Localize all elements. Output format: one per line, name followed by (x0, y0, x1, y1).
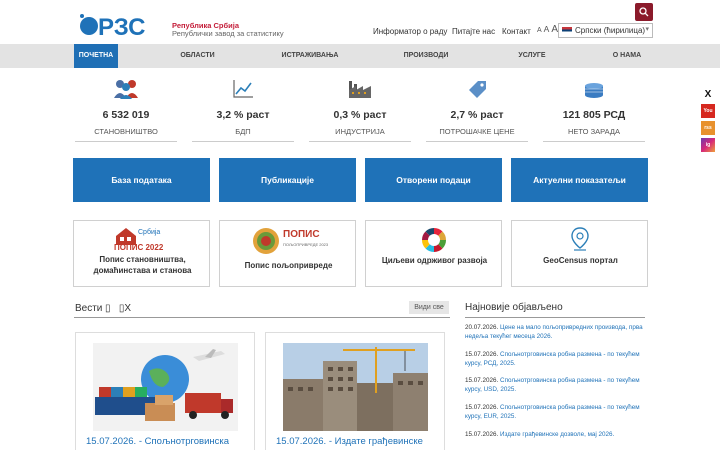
card-title: Попис становништва, домаћинстава и стано… (93, 255, 192, 275)
stat-population[interactable]: 6 532 019 СТАНОВНИШТВО (75, 78, 177, 142)
stat-value: 3,2 % раст (216, 109, 270, 121)
language-select[interactable]: Српски (ћирилица) ▾ (558, 23, 653, 38)
card-title: GeoCensus портал (543, 256, 618, 265)
map-pin-icon (571, 227, 589, 251)
latest-date: 15.07.2026. (465, 377, 499, 384)
latest-title: Најновије објављено (465, 302, 645, 318)
latest-date: 15.07.2026. (465, 351, 499, 358)
grid-view-icon[interactable]: ▯ (105, 303, 111, 314)
nav-services[interactable]: УСЛУГЕ (512, 44, 552, 68)
latest-item[interactable]: 15.07.2026. Спољнотрговинска робна разме… (465, 350, 645, 368)
news-image-construction (283, 343, 428, 431)
youtube-social-icon[interactable]: You (701, 104, 715, 118)
font-medium-button[interactable]: A (544, 24, 550, 34)
sdg-wheel-icon (421, 227, 447, 253)
search-button[interactable] (635, 3, 653, 21)
news-item[interactable]: 15.07.2026. - Издате грађевинске (265, 332, 445, 450)
language-value: Српски (ћирилица) (575, 26, 646, 35)
see-all-button[interactable]: Види све (409, 301, 449, 314)
stat-value: 2,7 % раст (450, 109, 504, 121)
rss-social-icon[interactable]: rss (701, 121, 715, 135)
sdg-card[interactable]: Циљеви одрживог развоја (365, 220, 502, 287)
stat-label: НЕТО ЗАРАДА (543, 127, 645, 142)
stat-consumer-prices[interactable]: 2,7 % раст ПОТРОШАЧКЕ ЦЕНЕ (426, 78, 528, 142)
stat-gdp[interactable]: 3,2 % раст БДП (192, 78, 294, 142)
nav-about[interactable]: О НАМА (605, 44, 649, 68)
database-button[interactable]: База података (73, 158, 210, 202)
logo-text: РЗС (98, 14, 145, 38)
news-title[interactable]: 15.07.2026. - Спољнотрговинска (86, 436, 229, 447)
news-header: Вести ▯ ▯X (74, 302, 450, 318)
coins-icon (543, 78, 645, 100)
rzs-logo[interactable]: РЗС (77, 10, 171, 41)
chevron-down-icon: ▾ (645, 26, 649, 33)
card-title: Циљеви одрживог развоја (381, 256, 488, 265)
stat-label: СТАНОВНИШТВО (75, 127, 177, 142)
nav-home[interactable]: ПОЧЕТНА (74, 44, 118, 68)
search-icon (639, 7, 649, 17)
font-small-button[interactable]: A (537, 27, 542, 34)
latest-item[interactable]: 15.07.2026. Спољнотрговинска робна разме… (465, 403, 645, 421)
latest-date: 20.07.2026. (465, 324, 499, 331)
factory-icon (309, 78, 411, 100)
publications-button[interactable]: Публикације (219, 158, 356, 202)
nav-areas[interactable]: ОБЛАСТИ (170, 44, 225, 68)
open-data-button[interactable]: Отворени подаци (365, 158, 502, 202)
agriculture-census-card[interactable]: ПОПИС ПОЉОПРИВРЕДЕ 2023 Попис пољопривре… (219, 220, 356, 287)
ask-us-link[interactable]: Питајте нас (452, 27, 495, 36)
org-subtitle: Републички завод за статистику (172, 29, 284, 38)
main-nav: ПОЧЕТНА ОБЛАСТИ ИСТРАЖИВАЊА ПРОИЗВОДИ УС… (0, 44, 720, 68)
latest-date: 15.07.2026. (465, 431, 499, 438)
instagram-social-icon[interactable]: ig (701, 138, 715, 152)
contact-link[interactable]: Контакт (502, 27, 531, 36)
x-social-icon[interactable]: X (701, 87, 715, 101)
latest-date: 15.07.2026. (465, 404, 499, 411)
serbia-flag-icon (562, 27, 572, 34)
close-icon[interactable]: X (124, 303, 131, 314)
latest-link[interactable]: Издате грађевинске дозволе, мај 2026. (500, 431, 614, 438)
card-title: Попис пољопривреде (244, 261, 333, 270)
font-large-button[interactable]: A (551, 24, 558, 35)
nav-products[interactable]: ПРОИЗВОДИ (397, 44, 455, 68)
informator-link[interactable]: Информатор о раду (373, 27, 447, 36)
nav-research[interactable]: ИСТРАЖИВАЊА (280, 44, 340, 68)
line-chart-icon (192, 78, 294, 100)
stat-net-salary[interactable]: 121 805 РСД НЕТО ЗАРАДА (543, 78, 645, 142)
census-2022-logo: Србија ПОПИС 2022 (114, 228, 164, 252)
stat-value: 0,3 % раст (333, 109, 387, 121)
site-header: РЗС Република Србија Републички завод за… (0, 0, 720, 44)
agriculture-census-logo: ПОПИС ПОЉОПРИВРЕДЕ 2023 (252, 227, 328, 255)
stat-label: БДП (192, 127, 294, 142)
news-item[interactable]: 15.07.2026. - Спољнотрговинска (75, 332, 255, 450)
census-2022-card[interactable]: Србија ПОПИС 2022 Попис становништва, до… (73, 220, 210, 287)
current-indicators-button[interactable]: Актуелни показатељи (511, 158, 648, 202)
geocensus-card[interactable]: GeoCensus портал (511, 220, 648, 287)
latest-item[interactable]: 20.07.2026. Цене на мало пољопривредних … (465, 323, 645, 341)
font-size-controls: AAA (537, 24, 560, 35)
news-controls: ▯ ▯X (105, 303, 131, 314)
people-icon (75, 78, 177, 100)
news-image-trade (93, 343, 238, 431)
stat-value: 6 532 019 (102, 109, 150, 121)
price-tag-icon (426, 78, 528, 100)
stat-label: ИНДУСТРИЈА (309, 127, 411, 142)
news-title: Вести (75, 303, 103, 314)
stat-value: 121 805 РСД (562, 109, 626, 121)
stat-industry[interactable]: 0,3 % раст ИНДУСТРИЈА (309, 78, 411, 142)
stat-label: ПОТРОШАЧКЕ ЦЕНЕ (426, 127, 528, 142)
latest-item[interactable]: 15.07.2026. Издате грађевинске дозволе, … (465, 430, 645, 439)
latest-item[interactable]: 15.07.2026. Спољнотрговинска робна разме… (465, 376, 645, 394)
news-title[interactable]: 15.07.2026. - Издате грађевинске (276, 436, 423, 447)
